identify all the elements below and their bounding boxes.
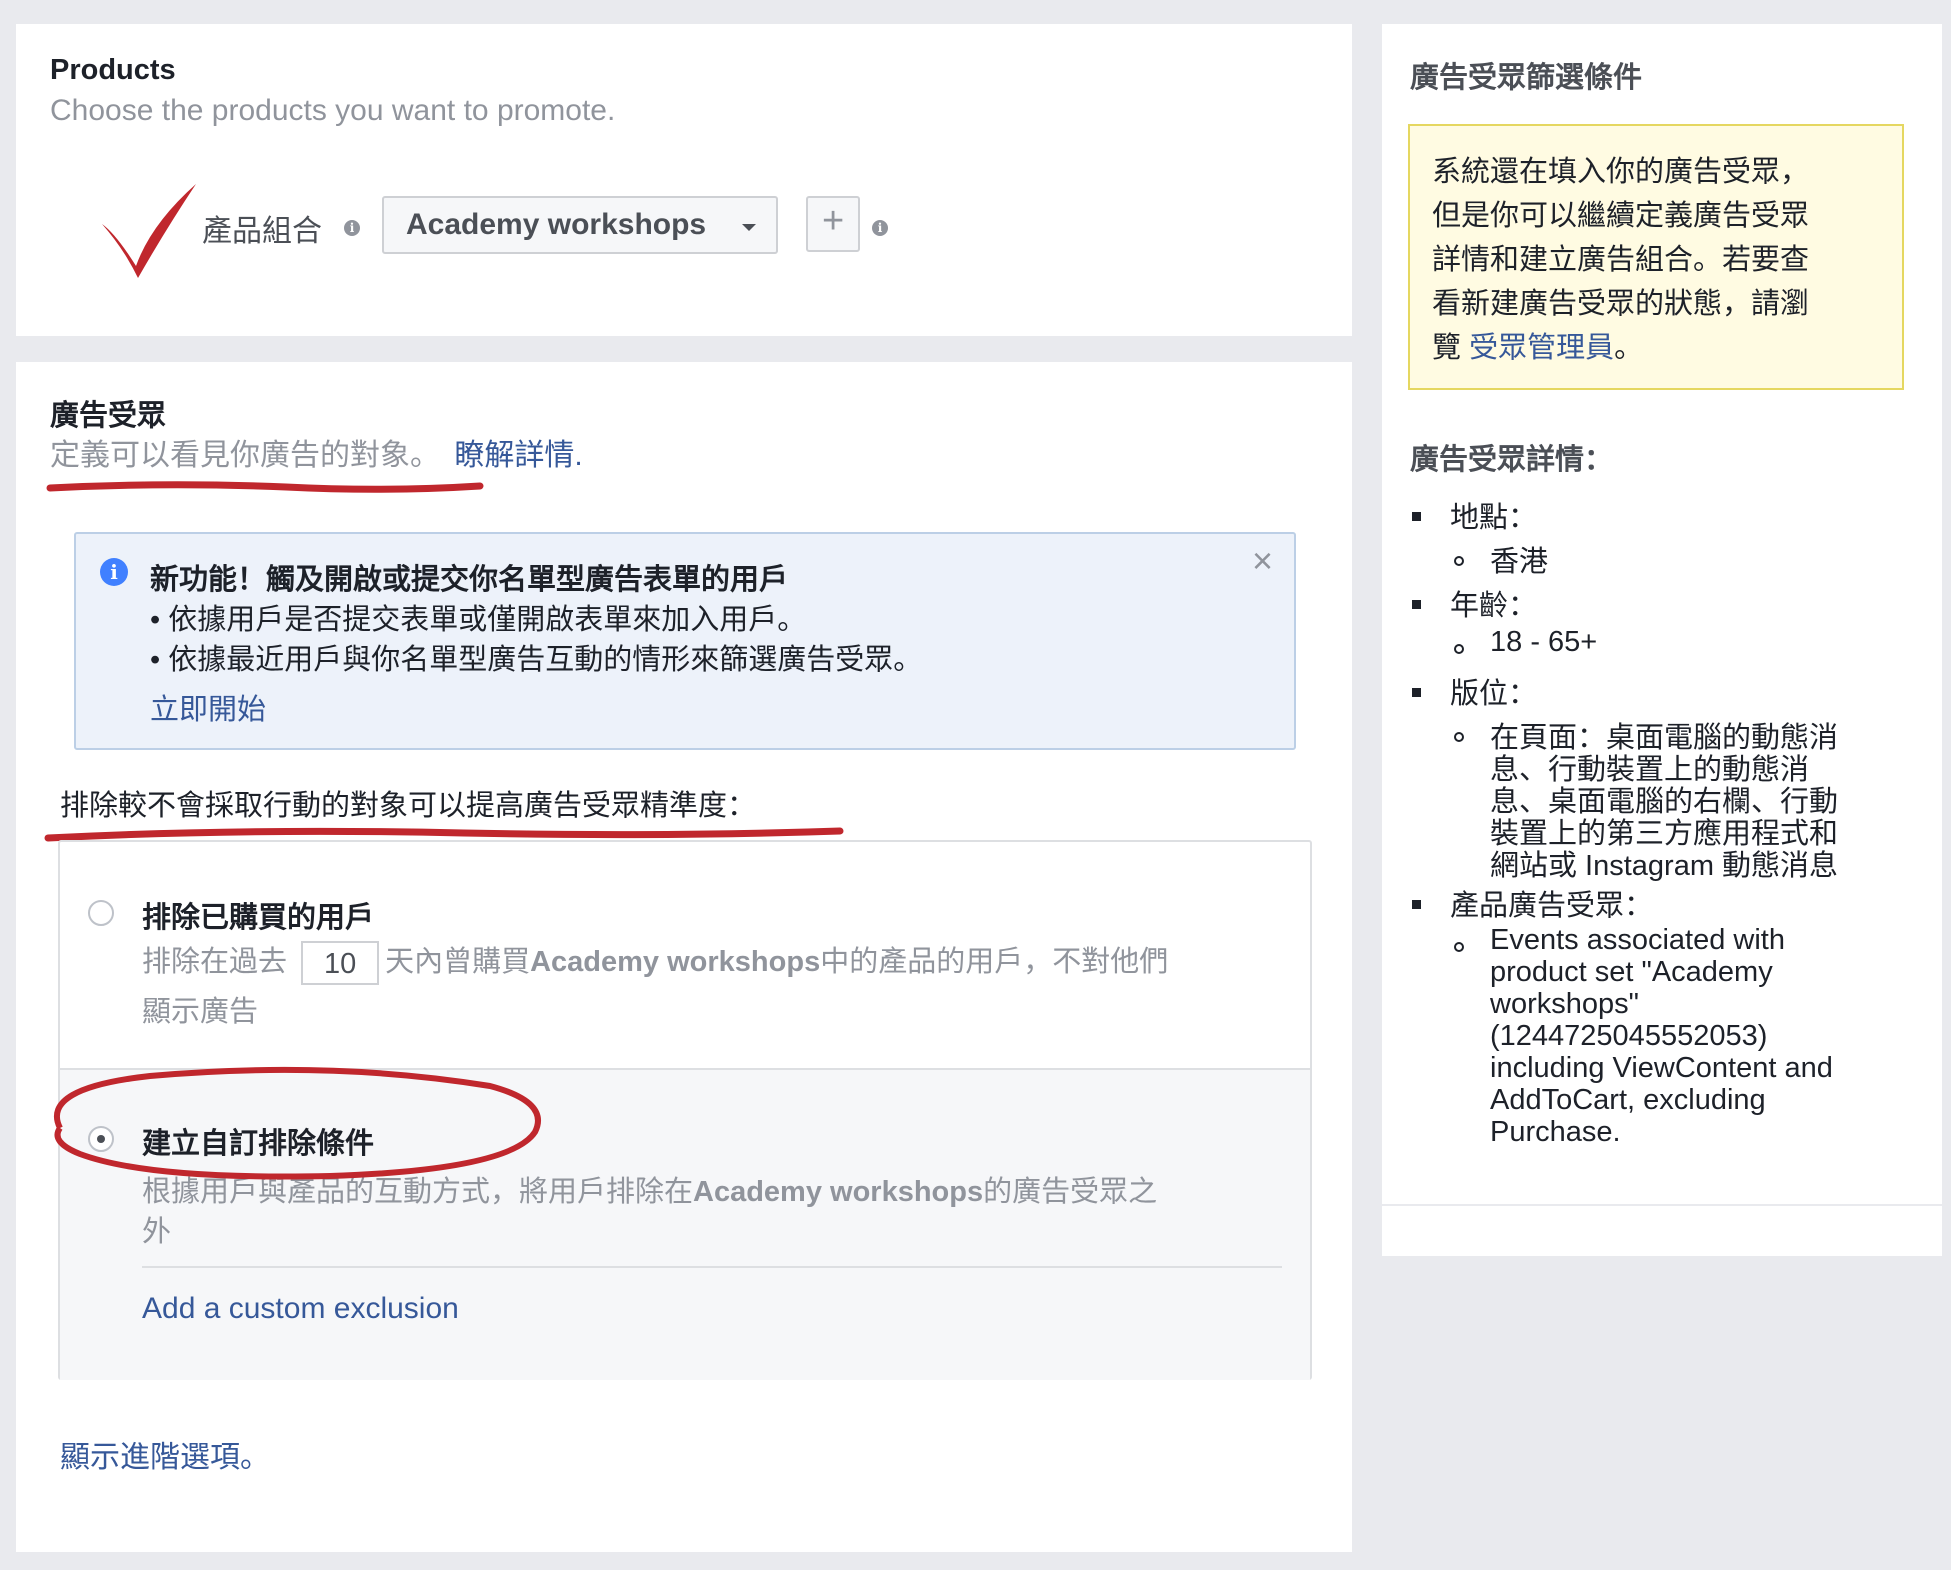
placement-label: 版位： <box>1450 678 1538 710</box>
product-audience-line: product set "Academy <box>1490 956 1773 988</box>
bullet <box>1412 900 1421 909</box>
product-set-value: Academy workshops <box>406 208 707 241</box>
sub-bullet <box>1454 556 1464 566</box>
info-icon: i <box>100 558 128 586</box>
close-icon[interactable]: × <box>1252 540 1273 582</box>
notice-bullet: • 依據最近用戶與你名單型廣告互動的情形來篩選廣告受眾。 <box>150 644 923 676</box>
info-icon[interactable]: i <box>872 220 888 236</box>
products-panel: Products Choose the products you want to… <box>16 24 1352 336</box>
age-label: 年齡： <box>1450 590 1538 622</box>
bullet <box>1412 600 1421 609</box>
audience-title: 廣告受眾 <box>50 400 167 432</box>
option-desc-part: 中的產品的用戶，不對他們 <box>820 946 1169 978</box>
details-title: 廣告受眾詳情： <box>1410 444 1614 476</box>
option-desc-part: 的廣告受眾之 <box>983 1176 1158 1208</box>
info-icon[interactable]: i <box>344 220 360 236</box>
product-audience-line: including ViewContent and <box>1490 1052 1833 1084</box>
annotation-check-icon <box>102 184 196 278</box>
bullet <box>1412 512 1421 521</box>
population-warning: 系統還在填入你的廣告受眾， 但是你可以繼續定義廣告受眾 詳情和建立廣告組合。若要… <box>1408 124 1904 390</box>
product-set-dropdown[interactable]: Academy workshops <box>382 196 778 254</box>
plus-icon: + <box>822 200 845 242</box>
option-description: 外 <box>142 1216 172 1248</box>
sidebar-title: 廣告受眾篩選條件 <box>1410 62 1643 94</box>
audience-panel: 廣告受眾 定義可以看見你廣告的對象。 瞭解詳情. i 新功能！觸及開啟或提交你名… <box>16 362 1352 1552</box>
divider <box>142 1266 1282 1268</box>
products-subtitle: Choose the products you want to promote. <box>50 94 616 127</box>
sub-bullet <box>1454 644 1464 654</box>
option-description: 排除在過去 10 天內曾購買Academy workshops中的產品的用戶，不對… <box>142 938 1169 986</box>
option-title: 排除已購買的用戶 <box>142 902 375 934</box>
product-audience-label: 產品廣告受眾： <box>1450 890 1654 922</box>
product-audience-line: Events associated with <box>1490 924 1785 956</box>
warning-line: 覽 受眾管理員。 <box>1432 324 1643 366</box>
audience-subtitle-row: 定義可以看見你廣告的對象。 瞭解詳情. <box>50 430 583 474</box>
product-audience-line: workshops" <box>1490 988 1639 1020</box>
annotation-underline <box>46 481 484 493</box>
chevron-down-icon <box>742 224 756 231</box>
get-started-link[interactable]: 立即開始 <box>150 686 266 728</box>
option-desc-part: 天內曾購買 <box>385 946 531 978</box>
sub-bullet <box>1454 732 1464 742</box>
new-feature-notice: i 新功能！觸及開啟或提交你名單型廣告表單的用戶 • 依據用戶是否提交表單或僅開… <box>74 532 1296 750</box>
warning-line: 但是你可以繼續定義廣告受眾 <box>1432 200 1810 232</box>
divider <box>1382 1204 1942 1206</box>
product-name: Academy workshops <box>530 946 821 978</box>
warning-line: 詳情和建立廣告組合。若要查 <box>1432 244 1810 276</box>
exclusion-prompt: 排除較不會採取行動的對象可以提高廣告受眾精準度： <box>60 790 757 822</box>
placement-line: 網站或 Instagram 動態消息 <box>1490 850 1839 882</box>
exclude-purchasers-radio[interactable] <box>88 900 114 926</box>
product-audience-line: Purchase. <box>1490 1116 1621 1148</box>
warning-text: 覽 <box>1432 332 1462 364</box>
notice-bullet: • 依據用戶是否提交表單或僅開啟表單來加入用戶。 <box>150 604 807 636</box>
audience-manager-link[interactable]: 受眾管理員 <box>1469 332 1614 364</box>
days-input[interactable]: 10 <box>301 941 380 986</box>
notice-heading: 新功能！觸及開啟或提交你名單型廣告表單的用戶 <box>150 564 789 596</box>
bullet <box>1412 688 1421 697</box>
show-advanced-options-link[interactable]: 顯示進階選項。 <box>60 1432 270 1476</box>
product-audience-line: AddToCart, excluding <box>1490 1084 1766 1116</box>
audience-subtitle: 定義可以看見你廣告的對象。 <box>50 439 440 472</box>
add-product-set-button[interactable]: + <box>806 196 860 252</box>
add-custom-exclusion-link[interactable]: Add a custom exclusion <box>142 1292 459 1326</box>
product-set-label: 產品組合 <box>202 215 322 248</box>
option-desc-part: 排除在過去 <box>142 946 288 978</box>
location-value: 香港 <box>1490 546 1549 578</box>
age-value: 18 - 65+ <box>1490 626 1598 658</box>
option-description: 顯示廣告 <box>142 996 259 1028</box>
learn-more-link[interactable]: 瞭解詳情. <box>454 439 582 472</box>
sub-bullet <box>1454 942 1464 952</box>
product-audience-line: (1244725045552053) <box>1490 1020 1768 1052</box>
warning-text: 。 <box>1614 332 1644 364</box>
annotation-circle <box>53 1066 541 1180</box>
warning-line: 系統還在填入你的廣告受眾， <box>1432 156 1810 188</box>
warning-line: 看新建廣告受眾的狀態，請瀏 <box>1432 288 1810 320</box>
location-label: 地點： <box>1450 502 1538 534</box>
audience-sidebar: 廣告受眾篩選條件 系統還在填入你的廣告受眾， 但是你可以繼續定義廣告受眾 詳情和… <box>1382 24 1942 1256</box>
products-title: Products <box>50 54 176 86</box>
product-name: Academy workshops <box>693 1176 984 1208</box>
